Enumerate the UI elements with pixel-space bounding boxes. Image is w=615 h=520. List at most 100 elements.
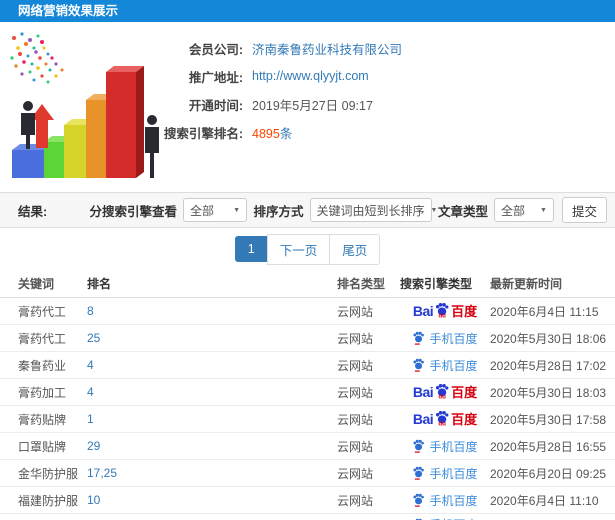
info-value[interactable]: http://www.qlyyjt.com (252, 69, 369, 83)
baidu-logo-bai-text: Bai (412, 303, 434, 319)
baidu-paw-icon: du (436, 383, 449, 399)
engine-cell: 手机百度 (400, 330, 490, 347)
svg-text:du: du (439, 420, 447, 426)
engine-cell: Bai du 百度 (400, 302, 490, 320)
keyword-cell: 口罩贴牌 (18, 439, 67, 454)
table-row: 口罩贴牌 29 云网站 手机百度 2020年5月28日 16:55 (0, 433, 615, 460)
page-button-current[interactable]: 1 (234, 236, 268, 262)
mobile-baidu-logo: 手机百度 (412, 492, 478, 509)
rank-link[interactable]: 8 (87, 304, 337, 318)
mobile-baidu-label: 手机百度 (429, 493, 478, 508)
filter-select-value: 关键词由短到长排序 (316, 203, 425, 218)
rank-type-cell: 云网站 (337, 493, 374, 508)
rank-type-cell: 云网站 (337, 331, 374, 346)
rank-type-cell: 云网站 (337, 304, 374, 319)
mobile-baidu-label: 手机百度 (429, 439, 478, 454)
baidu-logo-bai-text: Bai (412, 411, 434, 427)
pagination: 1 下一页 尾页 (0, 228, 615, 270)
table-row: 秦鲁药业 4 云网站 手机百度 2020年5月28日 17:02 (0, 352, 615, 379)
table-row: 金华防护服 17,25 云网站 手机百度 2020年6月20日 09:25 (0, 460, 615, 487)
mobile-baidu-logo: 手机百度 (412, 438, 478, 455)
table-row: 膏药代工 8 云网站 Bai du 百度 2020年6月4日 11:15 (0, 298, 615, 325)
updated-cell: 2020年5月30日 18:06 (490, 331, 607, 346)
keyword-cell: 秦鲁药业 (18, 358, 67, 373)
rank-link[interactable]: 10 (87, 493, 337, 507)
filter-label: 排序方式 (253, 204, 304, 219)
column-header-engine: 搜索引擎类型 (400, 277, 473, 291)
baidu-logo: Bai du 百度 (413, 302, 477, 320)
updated-cell: 2020年5月30日 17:58 (490, 412, 607, 427)
info-value[interactable]: 济南秦鲁药业科技有限公司 (252, 39, 402, 58)
rank-link[interactable]: 25 (87, 331, 337, 345)
mobile-baidu-paw-icon (413, 493, 425, 507)
column-header-updated: 最新更新时间 (490, 277, 563, 291)
rank-link[interactable]: 4 (87, 358, 337, 372)
page-button-last[interactable]: 尾页 (329, 233, 381, 265)
filter-select[interactable]: 全部 ▼ (183, 198, 248, 222)
baidu-logo-cn-text: 百度 (451, 303, 478, 319)
mobile-baidu-label: 手机百度 (429, 358, 478, 373)
updated-cell: 2020年6月20日 09:25 (490, 466, 607, 481)
keyword-cell: 膏药代工 (18, 304, 67, 319)
bar-chart-illustration (10, 32, 159, 178)
submit-button[interactable]: 提交 (561, 197, 607, 223)
filter-select[interactable]: 关键词由短到长排序 ▼ (309, 198, 437, 222)
rank-type-cell: 云网站 (337, 358, 374, 373)
keyword-cell: 膏药贴牌 (18, 412, 67, 427)
mobile-baidu-logo: 手机百度 (412, 357, 478, 374)
filters-group: 分搜索引擎查看 全部 ▼ 排序方式 关键词由短到长排序 ▼ 文章类型 全部 ▼ … (90, 197, 607, 223)
column-header-keyword: 关键词 (18, 277, 55, 291)
results-toolbar: 结果: 分搜索引擎查看 全部 ▼ 排序方式 关键词由短到长排序 ▼ 文章类型 全… (0, 192, 615, 228)
keyword-cell: 膏药加工 (18, 385, 67, 400)
svg-text:du: du (439, 312, 447, 318)
businessman-right (145, 115, 159, 178)
mobile-baidu-paw-icon (413, 331, 425, 345)
filter-select[interactable]: 全部 ▼ (493, 198, 554, 222)
table-row: 膏药加工 4 云网站 Bai du 百度 2020年5月30日 18:03 (0, 379, 615, 406)
businessman-left (21, 101, 35, 149)
updated-cell: 2020年5月30日 18:03 (490, 385, 607, 400)
engine-cell: 手机百度 (400, 438, 490, 455)
baidu-logo-cn-text: 百度 (451, 411, 478, 427)
column-header-rank: 排名 (87, 277, 112, 291)
svg-text:du: du (439, 393, 447, 399)
engine-cell: 手机百度 (400, 465, 490, 482)
baidu-logo: Bai du 百度 (413, 410, 477, 428)
info-value: 4895条 (252, 126, 293, 141)
chevron-down-icon: ▼ (540, 206, 547, 214)
filter-label: 文章类型 (437, 204, 488, 219)
rank-type-cell: 云网站 (337, 412, 374, 427)
engine-cell: Bai du 百度 (400, 410, 490, 428)
chevron-down-icon: ▼ (430, 206, 438, 214)
updated-cell: 2020年5月28日 17:02 (490, 358, 607, 373)
baidu-logo: Bai du 百度 (413, 383, 477, 401)
updated-cell: 2020年6月4日 11:15 (490, 304, 599, 319)
page-button-next[interactable]: 下一页 (266, 233, 331, 265)
engine-cell: 手机百度 (400, 492, 490, 509)
results-label: 结果: (18, 204, 48, 219)
table-header-row: 关键词 排名 排名类型 搜索引擎类型 最新更新时间 (0, 270, 615, 298)
company-summary-section: 会员公司: 济南秦鲁药业科技有限公司 推广地址: http://www.qlyy… (0, 22, 615, 192)
filter-select-value: 全部 (500, 203, 525, 218)
table-row: 手机百度 (0, 514, 615, 520)
rank-type-cell: 云网站 (337, 466, 374, 481)
table-row: 膏药贴牌 1 云网站 Bai du 百度 2020年5月30日 17:58 (0, 406, 615, 433)
page-title: 网络营销效果展示 (0, 0, 615, 22)
mobile-baidu-logo: 手机百度 (412, 516, 478, 520)
mobile-baidu-paw-icon (413, 466, 425, 480)
engine-cell: 手机百度 (400, 516, 490, 520)
keyword-cell: 福建防护服 (18, 493, 79, 508)
mobile-baidu-label: 手机百度 (429, 466, 478, 481)
rank-link[interactable]: 1 (87, 412, 337, 426)
info-value: 2019年5月27日 09:17 (252, 98, 373, 113)
rank-link[interactable]: 17,25 (87, 466, 337, 480)
rank-link[interactable]: 4 (87, 385, 337, 399)
table-body: 膏药代工 8 云网站 Bai du 百度 2020年6月4日 11:15 膏药代… (0, 298, 615, 520)
updated-cell: 2020年6月4日 11:10 (490, 493, 599, 508)
rank-link[interactable]: 29 (87, 439, 337, 453)
baidu-paw-icon: du (436, 410, 449, 426)
table-row: 膏药代工 25 云网站 手机百度 2020年5月30日 18:06 (0, 325, 615, 352)
mobile-baidu-paw-icon (413, 358, 425, 372)
bar-red (106, 66, 144, 178)
mobile-baidu-label: 手机百度 (429, 516, 477, 520)
